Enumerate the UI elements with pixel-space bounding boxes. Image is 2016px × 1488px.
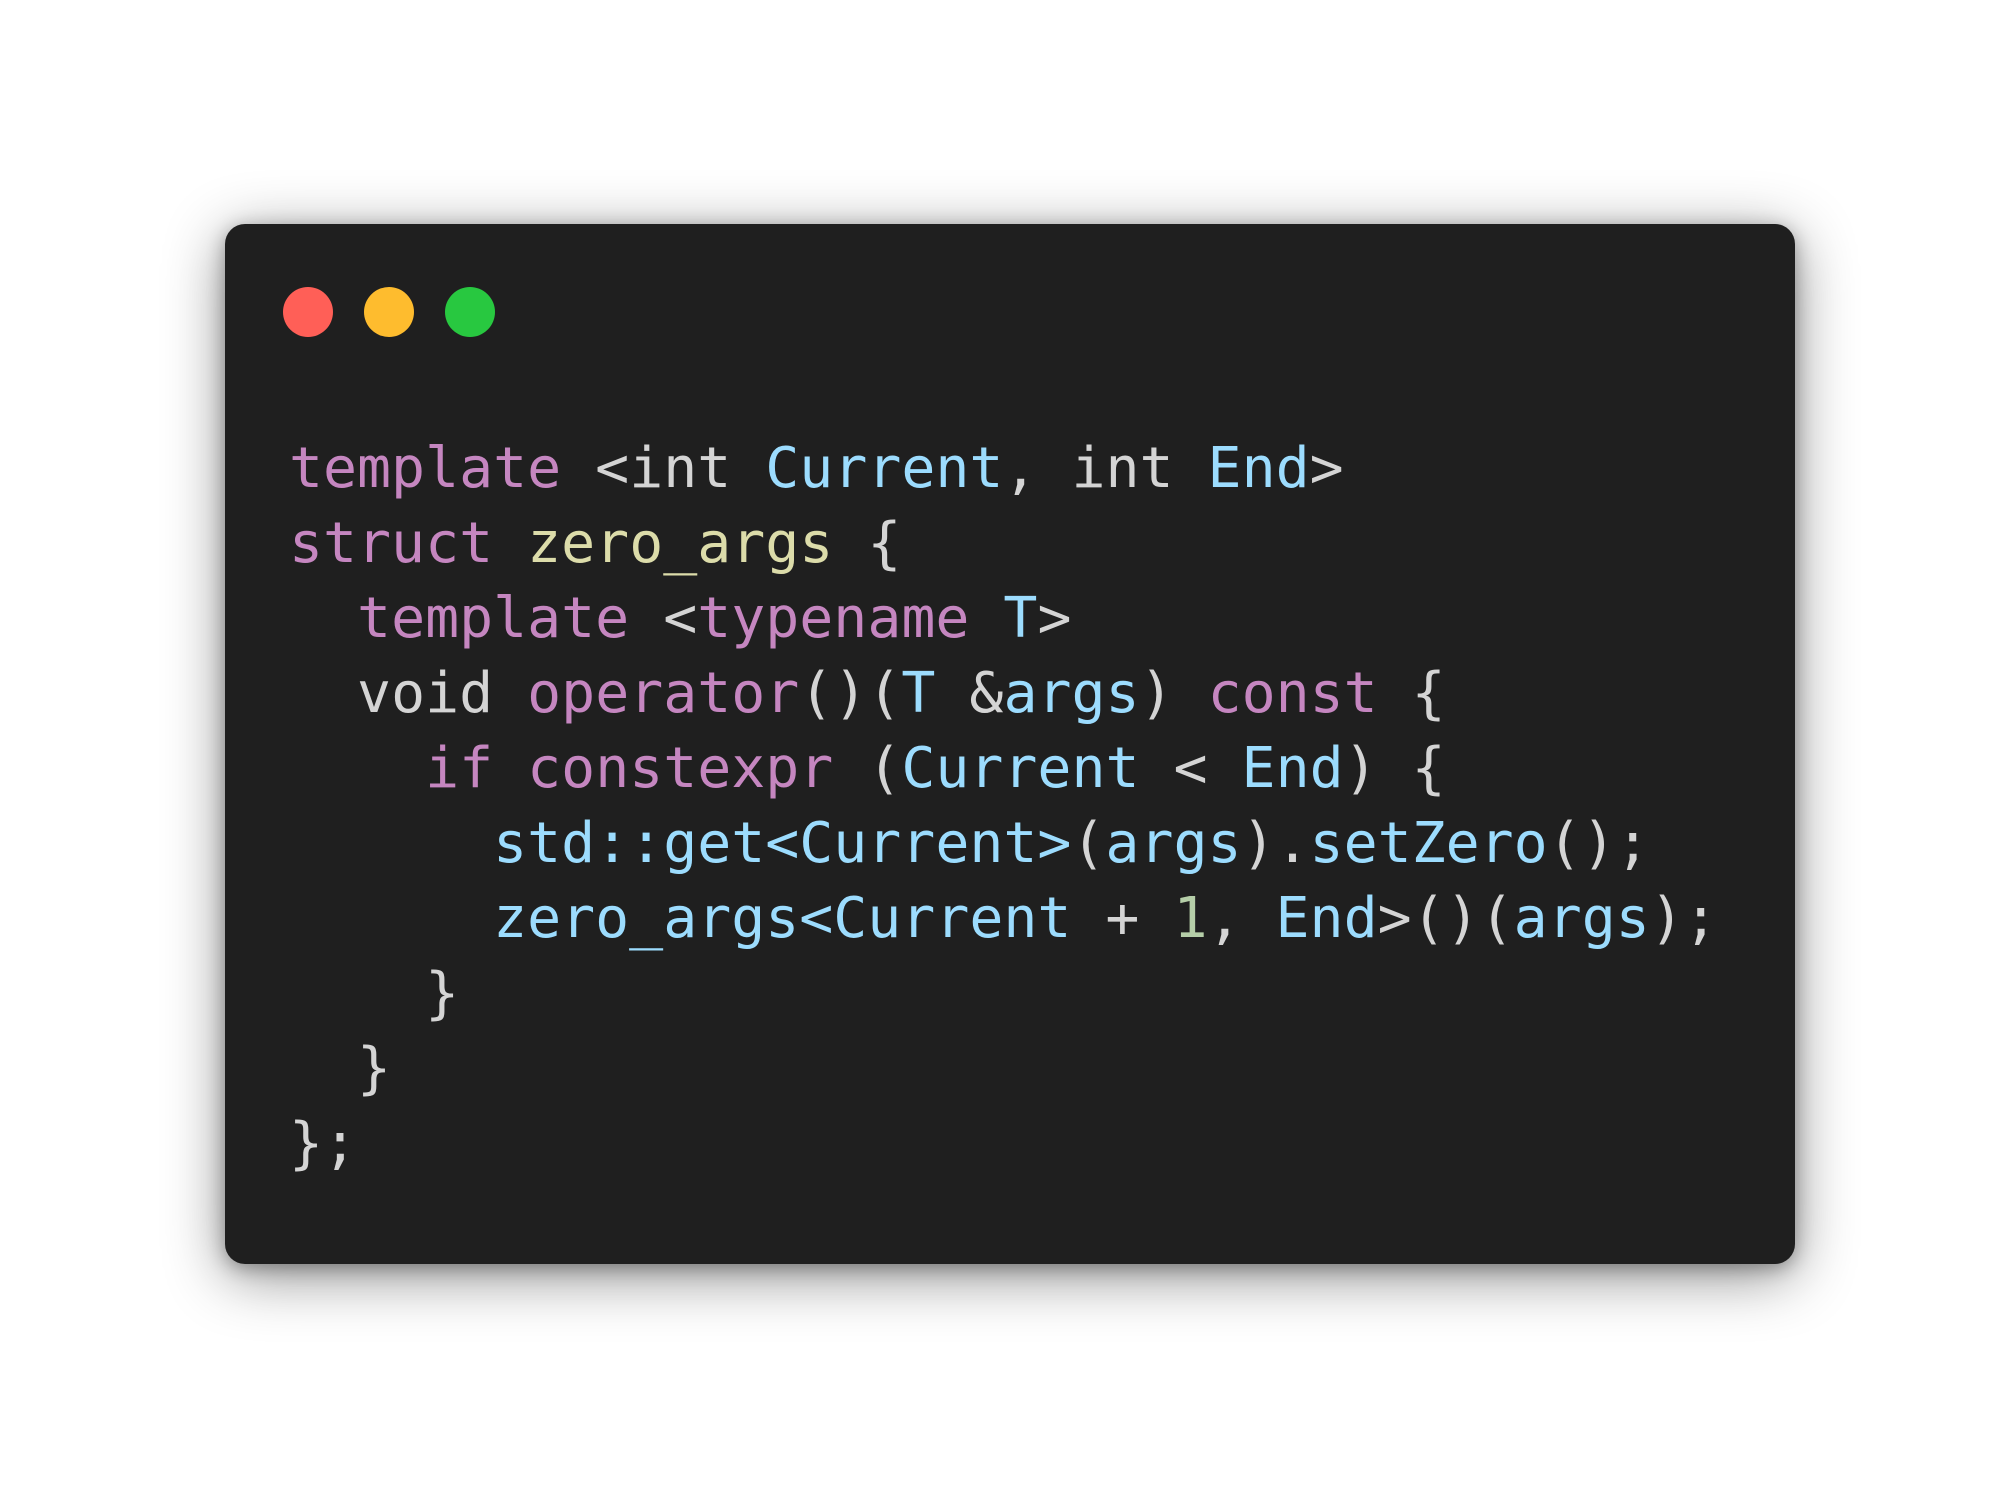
code-line: std::get<Current>(args).setZero(); — [289, 806, 1718, 881]
code-line: template <typename T> — [289, 581, 1718, 656]
code-token: void — [357, 661, 494, 726]
code-token: if — [425, 736, 494, 801]
code-token: operator — [527, 661, 800, 726]
code-token: 1 — [1173, 886, 1208, 951]
code-line: zero_args<Current + 1, End>()(args); — [289, 881, 1718, 956]
code-block: template <int Current, int End> struct ze… — [289, 431, 1718, 1181]
code-token: args — [1003, 661, 1140, 726]
code-token: < — [561, 436, 630, 501]
code-token: zero_args — [527, 511, 834, 576]
code-line: }; — [289, 1106, 1718, 1181]
code-token: , — [1003, 436, 1072, 501]
code-token: > — [1309, 436, 1344, 501]
minimize-icon[interactable] — [364, 287, 414, 337]
code-token: ()( — [799, 661, 902, 726]
code-token: }; — [289, 1111, 358, 1176]
code-token: (); — [1547, 811, 1650, 876]
code-token: , — [1207, 886, 1276, 951]
code-token: typename — [697, 586, 970, 651]
code-token: args — [1513, 886, 1650, 951]
code-token: } — [289, 961, 460, 1026]
code-token: { — [1377, 661, 1446, 726]
code-token: ). — [1241, 811, 1310, 876]
code-token: constexpr — [527, 736, 834, 801]
code-token: Current — [765, 436, 1004, 501]
code-token: T — [1003, 586, 1038, 651]
code-token: < — [1139, 736, 1242, 801]
code-token: End — [1275, 886, 1378, 951]
close-icon[interactable] — [283, 287, 333, 337]
code-token: End — [1207, 436, 1310, 501]
code-token: args — [1105, 811, 1242, 876]
code-token: ( — [1071, 811, 1106, 876]
code-token: { — [833, 511, 902, 576]
code-token: struct — [289, 511, 494, 576]
code-token: setZero — [1309, 811, 1548, 876]
code-token: < — [629, 586, 698, 651]
code-token: End — [1241, 736, 1344, 801]
code-token: } — [289, 1036, 392, 1101]
code-token: & — [935, 661, 1004, 726]
code-window: template <int Current, int End> struct ze… — [225, 224, 1795, 1264]
code-token: >()( — [1377, 886, 1514, 951]
code-token: > — [1037, 586, 1072, 651]
code-line: template <int Current, int End> — [289, 431, 1718, 506]
code-token: Current — [901, 736, 1140, 801]
code-token: const — [1207, 661, 1378, 726]
code-token: ( — [833, 736, 902, 801]
code-token: + — [1071, 886, 1174, 951]
zoom-icon[interactable] — [445, 287, 495, 337]
code-token: ) — [1139, 661, 1208, 726]
window-controls — [283, 287, 495, 337]
code-line: if constexpr (Current < End) { — [289, 731, 1718, 806]
code-line: void operator()(T &args) const { — [289, 656, 1718, 731]
code-token: T — [901, 661, 936, 726]
code-line: } — [289, 956, 1718, 1031]
code-token: int — [1071, 436, 1174, 501]
code-line: struct zero_args { — [289, 506, 1718, 581]
code-token: zero_args<Current — [493, 886, 1072, 951]
code-line: } — [289, 1031, 1718, 1106]
code-token: template — [357, 586, 630, 651]
code-token: ) { — [1343, 736, 1446, 801]
code-token: ); — [1649, 886, 1718, 951]
code-token: std::get<Current> — [493, 811, 1072, 876]
code-token: int — [629, 436, 732, 501]
code-token: template — [289, 436, 562, 501]
